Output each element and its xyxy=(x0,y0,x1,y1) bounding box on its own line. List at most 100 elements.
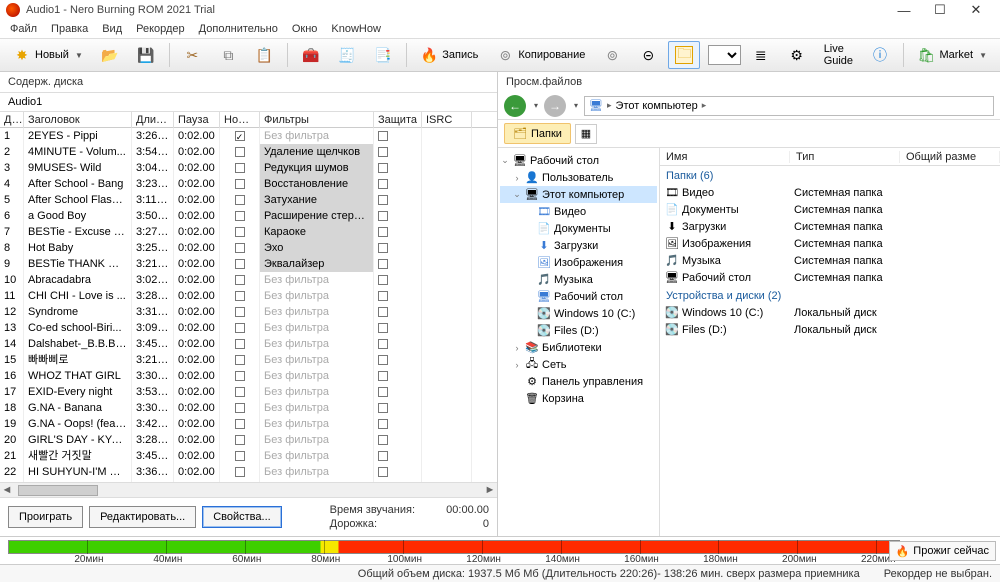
play-button[interactable]: Проиграть xyxy=(8,506,83,528)
tree-item[interactable]: 💽Files (D:) xyxy=(500,322,657,339)
filter-cell[interactable]: Без фильтра xyxy=(260,336,374,352)
filter-cell[interactable]: Без фильтра xyxy=(260,128,374,144)
filter-cell[interactable]: Без фильтра xyxy=(260,368,374,384)
tree-item[interactable]: 🎵Музыка xyxy=(500,271,657,288)
file-row[interactable]: 📄ДокументыСистемная папка xyxy=(660,201,1000,218)
options-button[interactable]: ⚙ xyxy=(781,41,813,69)
track-normalize[interactable] xyxy=(220,464,260,480)
track-protection[interactable] xyxy=(374,448,422,464)
erase-button[interactable]: ⊝ xyxy=(632,41,664,69)
track-row[interactable]: 8Hot Baby3:25.330:02.00Эхо xyxy=(0,240,497,256)
burn-now-button[interactable]: 🔥 Прожиг сейчас xyxy=(889,541,996,561)
file-row[interactable]: 💽Windows 10 (C:)Локальный диск xyxy=(660,304,1000,321)
save-button[interactable]: 💾 xyxy=(130,41,162,69)
menu-вид[interactable]: Вид xyxy=(102,23,122,35)
track-protection[interactable] xyxy=(374,160,422,176)
col-length[interactable]: Длите... xyxy=(132,112,174,128)
filter-cell[interactable]: Без фильтра xyxy=(260,352,374,368)
track-row[interactable]: 18G.NA - Banana3:30.050:02.00Без фильтра xyxy=(0,400,497,416)
filter-cell[interactable]: Без фильтра xyxy=(260,416,374,432)
track-protection[interactable] xyxy=(374,240,422,256)
tree-item[interactable]: 🗑Корзина xyxy=(500,390,657,407)
filter-menu-item[interactable]: Расширение стереоба... xyxy=(260,208,374,224)
col-filters[interactable]: Фильтры xyxy=(260,112,374,128)
tree-item[interactable]: ›📚Библиотеки xyxy=(500,339,657,356)
filter-cell[interactable]: Без фильтра xyxy=(260,432,374,448)
filter-menu-item[interactable]: Редукция шумов xyxy=(260,160,374,176)
recorder-select[interactable] xyxy=(708,45,740,65)
tree-twisty-icon[interactable]: › xyxy=(512,173,522,183)
help-button[interactable]: ⓘ xyxy=(864,41,896,69)
track-normalize[interactable] xyxy=(220,416,260,432)
col-normalize[interactable]: Норма... xyxy=(220,112,260,128)
col-isrc[interactable]: ISRC xyxy=(422,112,472,128)
track-normalize[interactable] xyxy=(220,128,260,144)
menu-правка[interactable]: Правка xyxy=(51,23,88,35)
track-normalize[interactable] xyxy=(220,368,260,384)
filter-cell[interactable]: Без фильтра xyxy=(260,272,374,288)
track-normalize[interactable] xyxy=(220,384,260,400)
open-button[interactable]: 📂 xyxy=(94,41,126,69)
folders-toggle[interactable]: 🗂 Папки xyxy=(504,123,571,144)
track-protection[interactable] xyxy=(374,176,422,192)
tool-a-button[interactable]: 🧰 xyxy=(295,41,327,69)
track-normalize[interactable] xyxy=(220,192,260,208)
filter-menu-item[interactable]: Эхо xyxy=(260,240,374,256)
track-protection[interactable] xyxy=(374,464,422,480)
track-row[interactable]: 14Dalshabet-_B.B.B(Bi...3:45.140:02.00Бе… xyxy=(0,336,497,352)
tree-twisty-icon[interactable]: ⌄ xyxy=(500,155,510,166)
track-row[interactable]: 16WHOZ THAT GIRL3:30.030:02.00Без фильтр… xyxy=(0,368,497,384)
chevron-down-icon[interactable]: ▾ xyxy=(574,101,578,110)
track-row[interactable]: 17EXID-Every night3:53.030:02.00Без филь… xyxy=(0,384,497,400)
track-protection[interactable] xyxy=(374,432,422,448)
track-row[interactable]: 39MUSES- Wild3:04.590:02.00Редукция шумо… xyxy=(0,160,497,176)
chevron-down-icon[interactable]: ▾ xyxy=(534,101,538,110)
tree-item[interactable]: ⬇Загрузки xyxy=(500,237,657,254)
track-protection[interactable] xyxy=(374,304,422,320)
nav-forward-button[interactable]: → xyxy=(544,95,566,117)
filter-cell[interactable]: Без фильтра xyxy=(260,304,374,320)
track-row[interactable]: 9BESTie THANK U ...3:21.000:02.00Эквалай… xyxy=(0,256,497,272)
col-pause[interactable]: Пауза xyxy=(174,112,220,128)
file-row[interactable]: 🖥Рабочий столСистемная папка xyxy=(660,269,1000,286)
tree-item[interactable]: ⌄🖥Этот компьютер xyxy=(500,186,657,203)
track-normalize[interactable] xyxy=(220,320,260,336)
track-normalize[interactable] xyxy=(220,432,260,448)
tree-twisty-icon[interactable]: ⌄ xyxy=(512,189,522,200)
track-row[interactable]: 4After School - Bang3:23.010:02.00Восста… xyxy=(0,176,497,192)
track-row[interactable]: 6a Good Boy3:50.570:02.00Расширение стер… xyxy=(0,208,497,224)
file-row[interactable]: ⬇ЗагрузкиСистемная папка xyxy=(660,218,1000,235)
filter-cell[interactable]: Без фильтра xyxy=(260,384,374,400)
track-normalize[interactable] xyxy=(220,336,260,352)
track-row[interactable]: 19G.NA - Oops! (feat....3:42.340:02.00Бе… xyxy=(0,416,497,432)
track-normalize[interactable] xyxy=(220,256,260,272)
tool-b-button[interactable]: 🧾 xyxy=(331,41,363,69)
track-normalize[interactable] xyxy=(220,160,260,176)
address-bar[interactable]: 🖥 ▸ Этот компьютер ▸ xyxy=(584,96,994,116)
filter-menu-item[interactable]: Затухание xyxy=(260,192,374,208)
track-normalize[interactable] xyxy=(220,176,260,192)
track-protection[interactable] xyxy=(374,336,422,352)
col-name[interactable]: Имя xyxy=(660,151,790,163)
minimize-button[interactable]: — xyxy=(886,3,922,18)
new-button[interactable]: ✸ Новый ▼ xyxy=(6,41,90,69)
track-row[interactable]: 20GIRL'S DAY - KYA...3:28.490:02.00Без ф… xyxy=(0,432,497,448)
tree-item[interactable]: 🖥Рабочий стол xyxy=(500,288,657,305)
file-row[interactable]: 💽Files (D:)Локальный диск xyxy=(660,321,1000,338)
disc-info-button[interactable]: ⊚ xyxy=(596,41,628,69)
track-protection[interactable] xyxy=(374,352,422,368)
track-protection[interactable] xyxy=(374,384,422,400)
menu-knowhow[interactable]: KnowHow xyxy=(331,23,381,35)
track-protection[interactable] xyxy=(374,288,422,304)
col-total-size[interactable]: Общий разме xyxy=(900,151,1000,163)
tree-item[interactable]: 🖼Изображения xyxy=(500,254,657,271)
col-protection[interactable]: Защита xyxy=(374,112,422,128)
tree-item[interactable]: 🎞Видео xyxy=(500,203,657,220)
filter-menu-item[interactable]: Восстановление xyxy=(260,176,374,192)
track-row[interactable]: 12Syndrome3:31.070:02.00Без фильтра xyxy=(0,304,497,320)
menu-окно[interactable]: Окно xyxy=(292,23,318,35)
track-row[interactable]: 24MINUTE - Volum...3:54.010:02.00Удалени… xyxy=(0,144,497,160)
filter-cell[interactable]: Без фильтра xyxy=(260,448,374,464)
track-normalize[interactable] xyxy=(220,224,260,240)
market-button[interactable]: 🛍 Market ▼ xyxy=(910,41,994,69)
